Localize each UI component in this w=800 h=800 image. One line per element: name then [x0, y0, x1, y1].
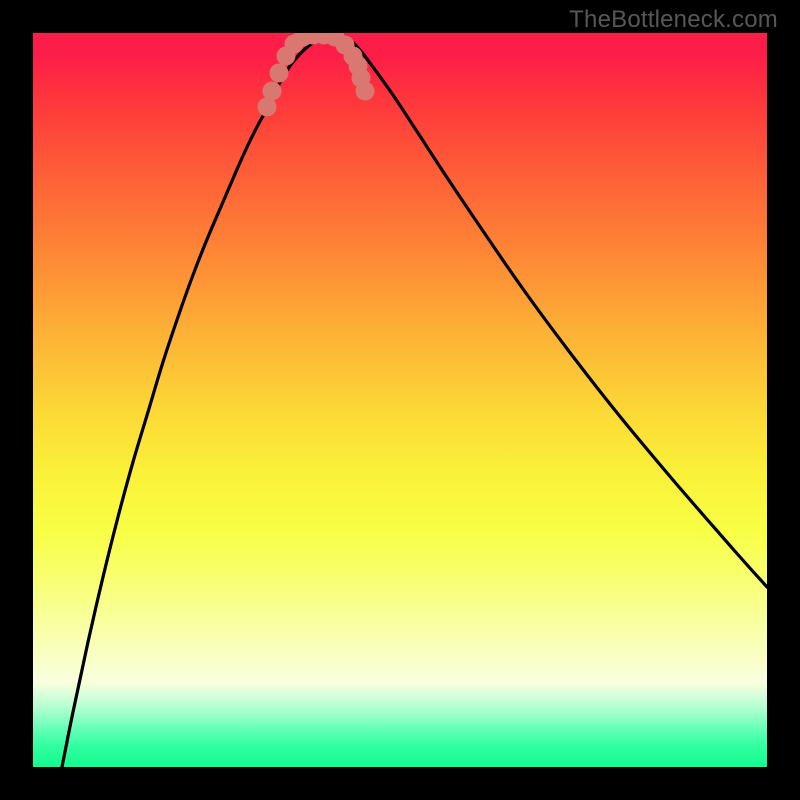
plot-area	[33, 33, 767, 767]
curve-marker	[263, 82, 282, 101]
curve-layer	[33, 33, 767, 767]
chart-frame: TheBottleneck.com	[0, 0, 800, 800]
curve-marker	[270, 64, 289, 83]
bottleneck-curve	[62, 35, 767, 767]
watermark-text: TheBottleneck.com	[569, 6, 778, 34]
curve-marker	[356, 82, 375, 101]
